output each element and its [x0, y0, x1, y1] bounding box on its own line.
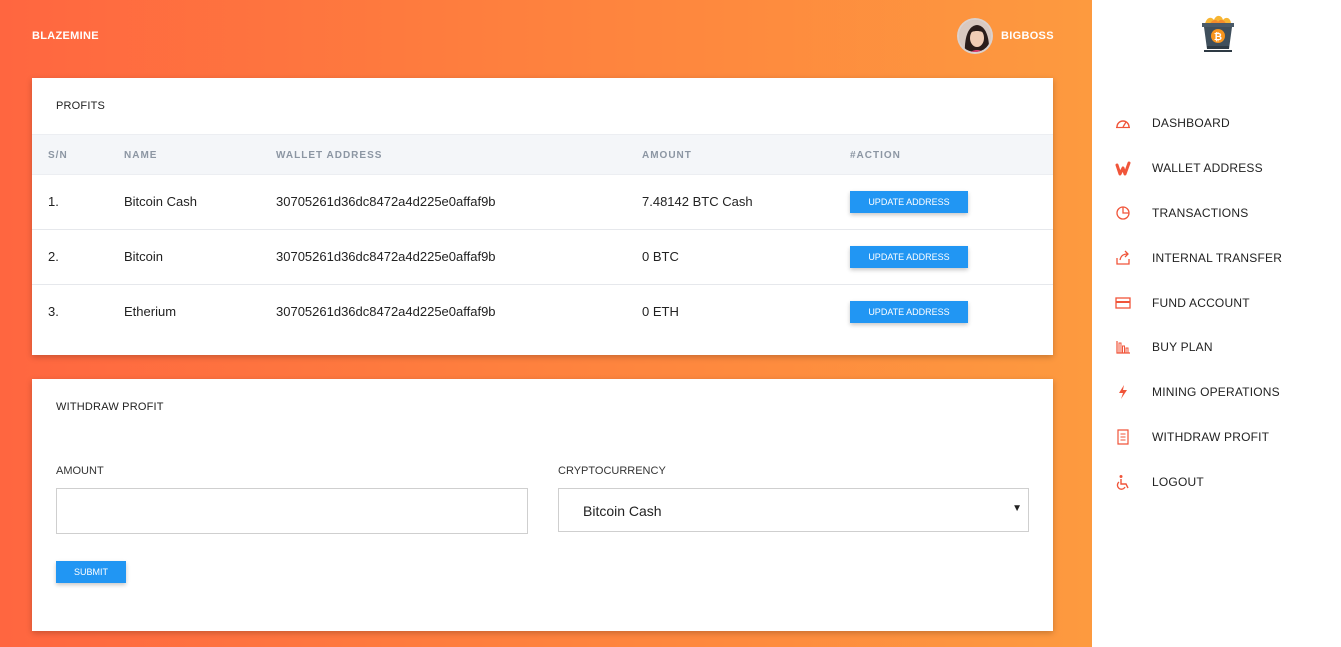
row-wallet: 30705261d36dc8472a4d225e0affaf9b — [276, 249, 496, 264]
table-row: 3. Etherium 30705261d36dc8472a4d225e0aff… — [32, 285, 1053, 340]
sidebar-item-label: INTERNAL TRANSFER — [1152, 251, 1283, 265]
avatar-image — [959, 20, 991, 52]
sidebar-item-label: WITHDRAW PROFIT — [1152, 430, 1270, 444]
withdraw-title: WITHDRAW PROFIT — [56, 401, 164, 413]
row-wallet: 30705261d36dc8472a4d225e0affaf9b — [276, 304, 496, 319]
table-row: 2. Bitcoin 30705261d36dc8472a4d225e0affa… — [32, 230, 1053, 285]
wallet-icon — [1114, 159, 1132, 177]
sidebar-item-wallet-address[interactable]: WALLET ADDRESS — [1092, 153, 1341, 183]
sidebar-item-transactions[interactable]: TRANSACTIONS — [1092, 198, 1341, 228]
mine-cart-logo-icon[interactable]: ₿ — [1196, 12, 1240, 56]
pie-chart-icon — [1114, 204, 1132, 222]
receipt-icon — [1114, 428, 1132, 446]
speedometer-icon — [1114, 114, 1132, 132]
bar-chart-icon — [1114, 338, 1132, 356]
cryptocurrency-selected-value: Bitcoin Cash — [583, 503, 662, 519]
sidebar-item-label: BUY PLAN — [1152, 340, 1213, 354]
row-amount: 0 BTC — [642, 249, 679, 264]
cryptocurrency-label: CRYPTOCURRENCY — [558, 465, 666, 477]
row-amount: 7.48142 BTC Cash — [642, 194, 753, 209]
sidebar-item-buy-plan[interactable]: BUY PLAN — [1092, 332, 1341, 362]
sidebar-item-label: TRANSACTIONS — [1152, 206, 1249, 220]
column-header-wallet: WALLET ADDRESS — [276, 150, 383, 161]
sidebar-item-withdraw-profit[interactable]: WITHDRAW PROFIT — [1092, 422, 1341, 452]
amount-input[interactable] — [56, 488, 528, 534]
column-header-amount: AMOUNT — [642, 150, 692, 161]
row-name: Bitcoin — [124, 249, 164, 264]
credit-card-icon — [1114, 294, 1132, 312]
sidebar-item-mining-operations[interactable]: MINING OPERATIONS — [1092, 377, 1341, 407]
row-name: Bitcoin Cash — [124, 194, 197, 209]
amount-label: AMOUNT — [56, 465, 104, 477]
sidebar-item-label: MINING OPERATIONS — [1152, 385, 1280, 399]
column-header-action: #ACTION — [850, 150, 901, 161]
share-icon — [1114, 249, 1132, 267]
sidebar-item-label: LOGOUT — [1152, 475, 1204, 489]
brand-name[interactable]: BLAZEMINE — [32, 30, 99, 42]
cryptocurrency-select[interactable]: Bitcoin Cash ▼ — [558, 488, 1029, 532]
row-sn: 2. — [48, 249, 59, 264]
update-address-button[interactable]: UPDATE ADDRESS — [850, 301, 968, 323]
svg-text:₿: ₿ — [1214, 31, 1222, 43]
row-wallet: 30705261d36dc8472a4d225e0affaf9b — [276, 194, 496, 209]
table-row: 1. Bitcoin Cash 30705261d36dc8472a4d225e… — [32, 175, 1053, 230]
sidebar-item-label: WALLET ADDRESS — [1152, 161, 1263, 175]
accessibility-icon — [1114, 473, 1132, 491]
column-header-sn: S/N — [48, 150, 68, 161]
sidebar-item-label: FUND ACCOUNT — [1152, 296, 1250, 310]
column-header-name: NAME — [124, 150, 158, 161]
sidebar-item-fund-account[interactable]: FUND ACCOUNT — [1092, 288, 1341, 318]
sidebar-item-label: DASHBOARD — [1152, 116, 1230, 130]
update-address-button[interactable]: UPDATE ADDRESS — [850, 246, 968, 268]
profits-title: PROFITS — [56, 100, 106, 112]
row-amount: 0 ETH — [642, 304, 679, 319]
update-address-button[interactable]: UPDATE ADDRESS — [850, 191, 968, 213]
username[interactable]: BIGBOSS — [1001, 30, 1054, 42]
sidebar-item-internal-transfer[interactable]: INTERNAL TRANSFER — [1092, 243, 1341, 273]
sidebar: ₿ DASHBOARD WALLET ADDRESS TRANSACTIONS … — [1092, 0, 1341, 647]
submit-button[interactable]: SUBMIT — [56, 561, 126, 583]
sidebar-item-logout[interactable]: LOGOUT — [1092, 467, 1341, 497]
profits-card: PROFITS S/N NAME WALLET ADDRESS AMOUNT #… — [32, 78, 1053, 355]
main-area: BLAZEMINE BIGBOSS PROFITS S/N NAME WALLE… — [0, 0, 1092, 647]
table-header: S/N NAME WALLET ADDRESS AMOUNT #ACTION — [32, 134, 1053, 175]
avatar[interactable] — [957, 18, 993, 54]
row-sn: 1. — [48, 194, 59, 209]
user-menu[interactable]: BIGBOSS — [957, 18, 1054, 54]
caret-down-icon: ▼ — [1012, 503, 1022, 514]
sidebar-item-dashboard[interactable]: DASHBOARD — [1092, 108, 1341, 138]
row-name: Etherium — [124, 304, 177, 319]
lightning-icon — [1114, 383, 1132, 401]
row-sn: 3. — [48, 304, 59, 319]
withdraw-card: WITHDRAW PROFIT AMOUNT CRYPTOCURRENCY Bi… — [32, 379, 1053, 631]
